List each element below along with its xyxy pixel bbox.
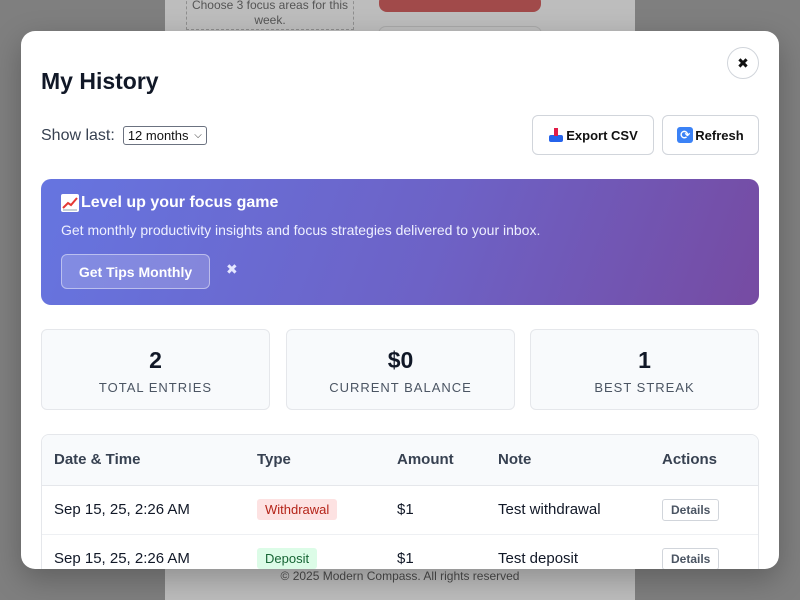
newsletter-promo: Level up your focus game Get monthly pro…: [41, 179, 759, 305]
column-header-actions: Actions: [650, 435, 758, 486]
export-csv-button[interactable]: Export CSV: [532, 115, 654, 155]
column-header-type: Type: [245, 435, 385, 486]
cell-note: Test withdrawal: [486, 485, 650, 535]
cell-type: Deposit: [245, 534, 385, 569]
promo-title: Level up your focus game: [81, 194, 279, 211]
type-badge-withdrawal: Withdrawal: [257, 499, 338, 520]
stat-value: $0: [387, 347, 414, 373]
cell-date: Sep 15, 25, 2:26 AM: [42, 534, 245, 569]
table-row: Sep 15, 25, 2:26 AM Withdrawal $1 Test w…: [42, 485, 758, 535]
refresh-button[interactable]: ⟳ Refresh: [662, 115, 759, 155]
cell-actions: Details: [650, 485, 758, 535]
cell-actions: Details: [650, 534, 758, 569]
stat-card-total-entries: 2 TOTAL ENTRIES: [41, 329, 270, 410]
promo-dismiss-icon[interactable]: ✖: [226, 261, 238, 278]
promo-subtitle: Get monthly productivity insights and fo…: [61, 222, 541, 238]
get-tips-monthly-button[interactable]: Get Tips Monthly: [61, 254, 210, 289]
cell-amount: $1: [385, 534, 486, 569]
stat-card-best-streak: 1 BEST STREAK: [530, 329, 759, 410]
stat-value: 1: [638, 347, 651, 373]
stat-card-current-balance: $0 CURRENT BALANCE: [286, 329, 515, 410]
range-select-value: 12 months: [127, 128, 189, 143]
close-button[interactable]: ✖: [727, 47, 759, 79]
stat-label: CURRENT BALANCE: [329, 380, 472, 395]
promo-title-row: Level up your focus game: [61, 194, 278, 212]
refresh-label: Refresh: [695, 127, 744, 143]
column-header-amount: Amount: [385, 435, 486, 486]
cell-type: Withdrawal: [245, 485, 385, 535]
inbox-tray-icon: [548, 128, 564, 142]
stat-label: TOTAL ENTRIES: [98, 380, 213, 395]
column-header-date: Date & Time: [42, 435, 245, 486]
history-table: Date & Time Type Amount Note Actions Sep…: [41, 434, 759, 569]
history-range-filter: Show last: 12 months ⌵: [41, 126, 207, 145]
cell-note: Test deposit: [486, 534, 650, 569]
cell-date: Sep 15, 25, 2:26 AM: [42, 485, 245, 535]
type-badge-deposit: Deposit: [257, 548, 318, 569]
range-select[interactable]: 12 months ⌵: [122, 126, 207, 145]
close-icon: ✖: [737, 54, 749, 71]
export-csv-label: Export CSV: [566, 127, 638, 143]
table-row: Sep 15, 25, 2:26 AM Deposit $1 Test depo…: [42, 534, 758, 569]
column-header-note: Note: [486, 435, 650, 486]
show-last-label: Show last:: [41, 126, 115, 144]
details-button[interactable]: Details: [662, 547, 720, 569]
chevron-down-icon: ⌵: [194, 130, 202, 141]
cell-amount: $1: [385, 485, 486, 535]
modal-title: My History: [41, 68, 159, 94]
history-modal: ✖ My History Show last: 12 months ⌵ Expo…: [21, 31, 779, 569]
refresh-icon: ⟳: [677, 127, 694, 143]
details-button[interactable]: Details: [662, 498, 720, 521]
stat-value: 2: [149, 347, 162, 373]
chart-increasing-icon: [61, 194, 79, 212]
table-header-row: Date & Time Type Amount Note Actions: [42, 435, 758, 486]
stat-label: BEST STREAK: [594, 380, 695, 395]
